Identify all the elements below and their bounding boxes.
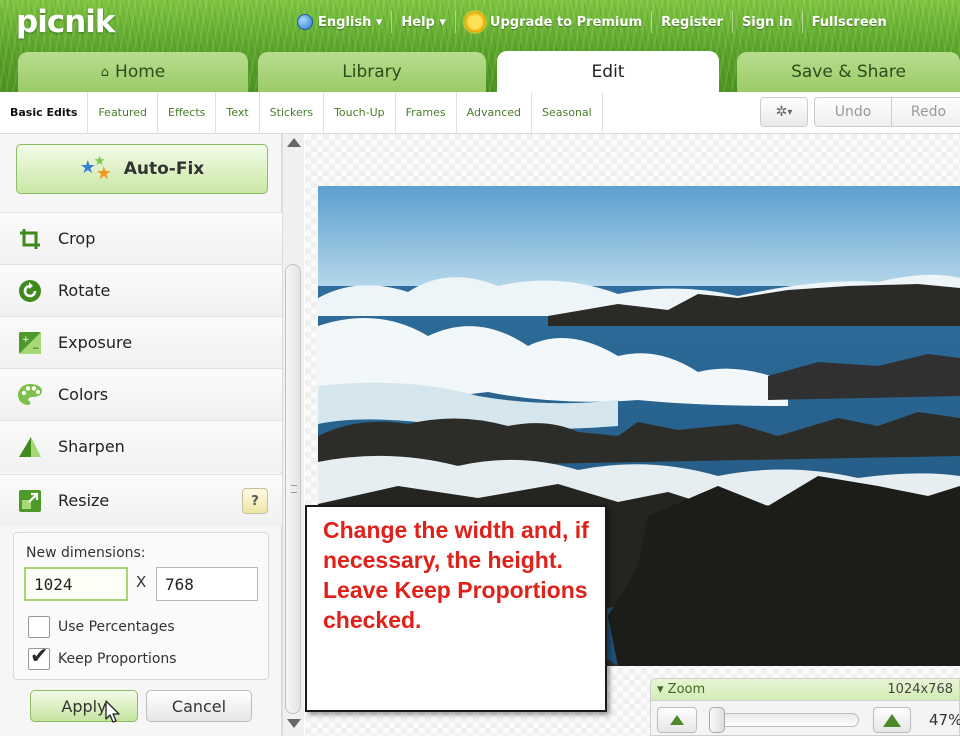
exposure-icon: + −	[16, 329, 44, 357]
zoom-toggle[interactable]: ▾ Zoom	[657, 682, 705, 697]
tool-colors[interactable]: Colors	[0, 368, 282, 420]
picnik-logo[interactable]: picnik	[16, 4, 116, 40]
sharpen-icon	[16, 433, 44, 461]
upgrade-link[interactable]: Upgrade to Premium	[456, 11, 653, 33]
instruction-callout: Change the width and, if necessary, the …	[305, 505, 607, 712]
subtab-basic-edits[interactable]: Basic Edits	[0, 91, 89, 134]
zoom-panel: ▾ Zoom 1024x768 47%	[650, 678, 960, 736]
subtab-touch-up[interactable]: Touch-Up	[324, 91, 396, 134]
language-label: English ▾	[318, 14, 383, 30]
tab-save-share[interactable]: Save & Share	[737, 52, 960, 92]
tool-resize-label: Resize	[58, 491, 110, 510]
tool-crop-label: Crop	[58, 229, 96, 248]
crop-icon	[16, 225, 44, 253]
basic-edits-panel: ★ ★ ★ Auto-Fix Crop Rotate + − Exposure C…	[0, 134, 282, 736]
settings-button[interactable]: ✲ ▾	[760, 97, 808, 127]
resize-icon	[16, 487, 44, 515]
use-percentages-row[interactable]: Use Percentages	[28, 616, 175, 638]
fullscreen-link[interactable]: Fullscreen	[803, 11, 896, 33]
register-label: Register	[661, 14, 723, 30]
tool-exposure[interactable]: + − Exposure	[0, 316, 282, 368]
new-dimensions-label: New dimensions:	[26, 545, 146, 561]
zoom-slider-thumb[interactable]	[709, 707, 725, 733]
grip-icon	[291, 485, 297, 493]
main-tabs: ⌂ Home Library Edit Save & Share	[0, 51, 960, 92]
rotate-icon	[16, 277, 44, 305]
sign-in-label: Sign in	[741, 14, 793, 30]
subtab-stickers[interactable]: Stickers	[260, 91, 325, 134]
top-navigation: English ▾ Help ▾ Upgrade to Premium Regi…	[288, 0, 896, 44]
subtab-featured[interactable]: Featured	[88, 91, 159, 134]
zoom-out-button[interactable]	[657, 707, 697, 733]
app-header: picnik English ▾ Help ▾ Upgrade to Premi…	[0, 0, 960, 92]
dimension-separator: X	[136, 573, 147, 591]
mouse-pointer-icon	[105, 700, 120, 723]
svg-text:+: +	[22, 335, 30, 345]
globe-icon	[297, 14, 313, 30]
large-mountain-icon	[883, 713, 901, 727]
zoom-percent: 47%	[929, 711, 960, 729]
help-label: Help ▾	[401, 14, 446, 30]
register-link[interactable]: Register	[652, 11, 733, 33]
resize-options: New dimensions: 1024 X 768 Use Percentag…	[13, 532, 269, 680]
zoom-header[interactable]: ▾ Zoom 1024x768	[651, 679, 959, 701]
scroll-up-arrow-icon[interactable]	[287, 138, 301, 147]
tool-colors-label: Colors	[58, 385, 109, 404]
tab-edit-label: Edit	[591, 61, 625, 82]
tool-rotate[interactable]: Rotate	[0, 264, 282, 316]
subtab-text[interactable]: Text	[216, 91, 260, 134]
language-menu[interactable]: English ▾	[288, 11, 393, 33]
use-percentages-checkbox[interactable]	[28, 616, 50, 638]
tab-home-label: Home	[115, 62, 166, 82]
height-input[interactable]: 768	[156, 567, 258, 601]
sign-in-link[interactable]: Sign in	[733, 11, 803, 33]
tab-home[interactable]: ⌂ Home	[18, 52, 248, 92]
sun-icon	[464, 12, 485, 32]
tool-resize[interactable]: Resize ?	[0, 474, 282, 526]
upgrade-label: Upgrade to Premium	[489, 14, 643, 30]
undo-button[interactable]: Undo	[814, 97, 892, 127]
subtab-frames[interactable]: Frames	[396, 91, 457, 134]
help-menu[interactable]: Help ▾	[392, 11, 456, 33]
tab-save-share-label: Save & Share	[791, 62, 906, 82]
tool-rotate-label: Rotate	[58, 281, 111, 300]
small-mountain-icon	[670, 715, 684, 725]
subtab-advanced[interactable]: Advanced	[457, 91, 532, 134]
gear-icon: ✲	[775, 104, 788, 120]
panel-scrollbar[interactable]	[282, 134, 304, 736]
image-dimensions: 1024x768	[887, 682, 953, 697]
zoom-label: Zoom	[667, 682, 706, 697]
auto-fix-label: Auto-Fix	[123, 159, 205, 179]
keep-proportions-row[interactable]: Keep Proportions	[28, 644, 177, 670]
tool-exposure-label: Exposure	[58, 333, 133, 352]
fullscreen-label: Fullscreen	[811, 14, 887, 30]
triangle-down-icon: ▾	[657, 682, 664, 697]
use-percentages-label: Use Percentages	[58, 619, 175, 635]
resize-help-button[interactable]: ?	[242, 488, 268, 514]
palette-icon	[16, 381, 44, 409]
cancel-button[interactable]: Cancel	[146, 690, 252, 722]
tool-crop[interactable]: Crop	[0, 212, 282, 264]
svg-text:−: −	[32, 344, 40, 354]
zoom-in-button[interactable]	[873, 707, 911, 733]
scrollbar-thumb[interactable]	[285, 264, 301, 714]
subtab-seasonal[interactable]: Seasonal	[532, 91, 603, 134]
tab-library[interactable]: Library	[258, 52, 486, 92]
auto-fix-button[interactable]: ★ ★ ★ Auto-Fix	[16, 144, 268, 194]
chevron-down-icon: ▾	[787, 106, 793, 118]
zoom-slider[interactable]	[709, 713, 859, 727]
sparkle-stars-icon: ★ ★ ★	[79, 154, 112, 184]
keep-proportions-checkbox[interactable]	[28, 644, 50, 670]
tab-library-label: Library	[342, 62, 402, 82]
tool-sharpen-label: Sharpen	[58, 437, 125, 456]
tool-sharpen[interactable]: Sharpen	[0, 420, 282, 472]
keep-proportions-label: Keep Proportions	[58, 651, 177, 667]
subtab-effects[interactable]: Effects	[158, 91, 217, 134]
home-icon: ⌂	[100, 64, 110, 80]
width-input[interactable]: 1024	[24, 567, 128, 601]
scroll-down-arrow-icon[interactable]	[287, 719, 301, 728]
tab-edit[interactable]: Edit	[497, 51, 719, 92]
redo-button[interactable]: Redo	[891, 97, 960, 127]
